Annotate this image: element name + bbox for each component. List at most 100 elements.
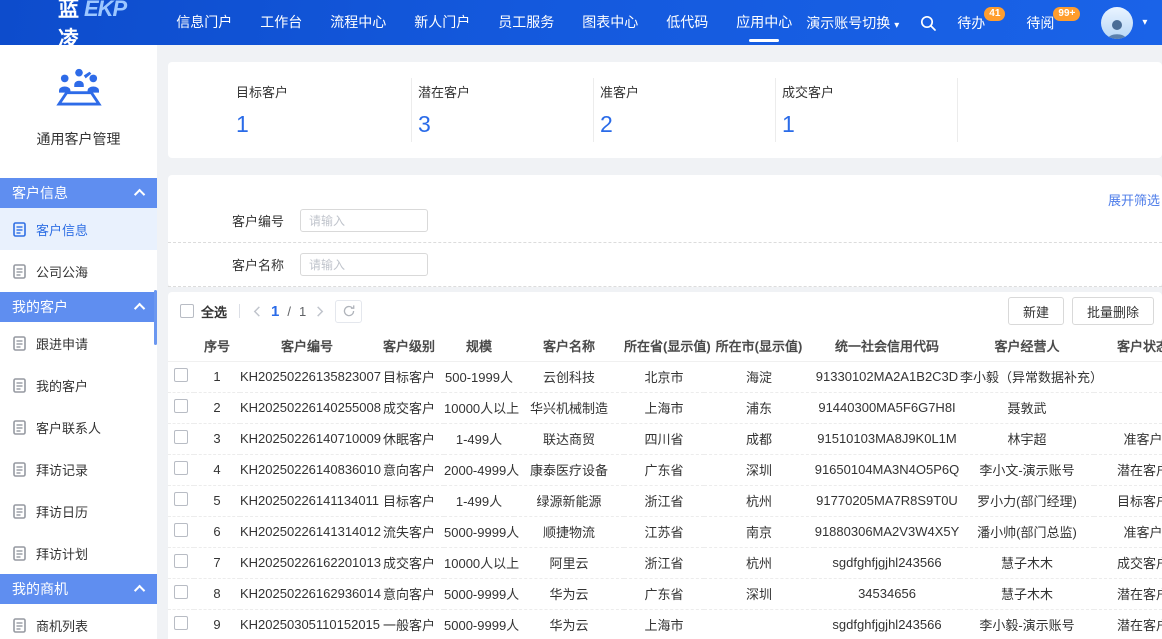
row-checkbox[interactable] [174, 399, 188, 413]
sidebar-group-my-opportunities[interactable]: 我的商机 [0, 574, 157, 604]
refresh-button[interactable] [335, 300, 362, 323]
filter-row-customer-code: 客户编号 [168, 199, 1162, 243]
cell-seq: 5 [194, 485, 240, 516]
cell-credit-code: sgdfghfjgjhl243566 [814, 609, 960, 639]
navbar-right: 演示账号切换▾ 待办41 待阅99+ ▾ [806, 7, 1147, 39]
cell-code: KH20250226141314012 [240, 516, 374, 547]
sidebar-item-label: 客户联系人 [36, 418, 101, 437]
cell-province: 上海市 [624, 609, 704, 639]
cell-credit-code: sgdfghfjgjhl243566 [814, 547, 960, 578]
row-checkbox[interactable] [174, 461, 188, 475]
cell-name: 华为云 [514, 609, 624, 639]
sidebar-item-label: 我的客户 [36, 376, 88, 395]
sidebar-item-visit-records[interactable]: 拜访记录 [0, 448, 157, 490]
cell-code: KH20250226135823007 [240, 361, 374, 392]
nav-item-low-code[interactable]: 低代码 [652, 0, 722, 45]
table-row[interactable]: 3KH20250226140710009休眠客户1-499人联达商贸四川省成都9… [168, 423, 1162, 454]
cell-code: KH20250226162936014 [240, 578, 374, 609]
sidebar-item-opportunity-list[interactable]: 商机列表 [0, 604, 157, 639]
top-navbar: 蓝凌 EKP 信息门户工作台流程中心新人门户员工服务图表中心低代码应用中心 演示… [0, 0, 1162, 45]
sidebar-item-visit-plan[interactable]: 拜访计划 [0, 532, 157, 574]
todo-label: 待办 [957, 13, 985, 33]
cell-credit-code: 91330102MA2A1B2C3D [814, 361, 960, 392]
cell-city: 浦东 [704, 392, 814, 423]
account-switcher[interactable]: 演示账号切换▾ [806, 13, 899, 33]
cell-credit-code: 91510103MA8J9K0L1M [814, 423, 960, 454]
sidebar-group-label: 我的客户 [12, 297, 68, 317]
nav-item-employee-services[interactable]: 员工服务 [484, 0, 568, 45]
sidebar-group-my-customers[interactable]: 我的客户 [0, 292, 157, 322]
checkbox-cell [168, 423, 194, 454]
customer-name-input[interactable] [300, 253, 428, 276]
table-row[interactable]: 6KH20250226141314012流失客户5000-9999人顺捷物流江苏… [168, 516, 1162, 547]
sidebar: 通用客户管理 客户信息客户信息公司公海我的客户跟进申请我的客户客户联系人拜访记录… [0, 45, 157, 639]
nav-item-chart-center[interactable]: 图表中心 [568, 0, 652, 45]
search-icon[interactable] [919, 14, 937, 32]
cell-owner: 聂敦武 [960, 392, 1094, 423]
cell-scale: 10000人以上 [444, 392, 514, 423]
user-menu[interactable]: ▾ [1101, 7, 1147, 39]
nav-item-workbench[interactable]: 工作台 [246, 0, 316, 45]
select-all-checkbox[interactable] [180, 304, 194, 318]
sidebar-item-customer-contacts[interactable]: 客户联系人 [0, 406, 157, 448]
sidebar-group-customer-info[interactable]: 客户信息 [0, 178, 157, 208]
cell-province: 浙江省 [624, 547, 704, 578]
cell-seq: 3 [194, 423, 240, 454]
row-checkbox[interactable] [174, 585, 188, 599]
filter-card: 展开筛选 客户编号客户名称 [168, 175, 1162, 287]
checkbox-cell [168, 609, 194, 639]
table-row[interactable]: 1KH20250226135823007目标客户500-1999人云创科技北京市… [168, 361, 1162, 392]
row-checkbox[interactable] [174, 616, 188, 630]
cell-code: KH20250305110152015 [240, 609, 374, 639]
cell-city: 杭州 [704, 547, 814, 578]
app-header: 通用客户管理 [0, 45, 157, 163]
sidebar-item-label: 跟进申请 [36, 334, 88, 353]
nav-item-newcomer-portal[interactable]: 新人门户 [400, 0, 484, 45]
main-content: 目标客户1潜在客户3准客户2成交客户1 展开筛选 客户编号客户名称 全选 1 /… [157, 45, 1162, 639]
cell-owner: 李小文-演示账号 [960, 454, 1094, 485]
table-row[interactable]: 7KH20250226162201013成交客户10000人以上阿里云浙江省杭州… [168, 547, 1162, 578]
main-nav: 信息门户工作台流程中心新人门户员工服务图表中心低代码应用中心 [162, 0, 806, 45]
nav-item-app-center[interactable]: 应用中心 [722, 0, 806, 45]
customer-code-input[interactable] [300, 209, 428, 232]
batch-delete-button[interactable]: 批量删除 [1072, 297, 1154, 325]
cell-scale: 5000-9999人 [444, 578, 514, 609]
brand-logo[interactable]: 蓝凌 EKP [58, 0, 126, 53]
cell-owner: 林宇超 [960, 423, 1094, 454]
table-row[interactable]: 9KH20250305110152015一般客户5000-9999人华为云上海市… [168, 609, 1162, 639]
row-checkbox[interactable] [174, 492, 188, 506]
sidebar-item-visit-calendar[interactable]: 拜访日历 [0, 490, 157, 532]
sidebar-item-company-pool[interactable]: 公司公海 [0, 250, 157, 292]
row-checkbox[interactable] [174, 554, 188, 568]
document-icon [13, 336, 26, 351]
new-button[interactable]: 新建 [1008, 297, 1064, 325]
todo-counter[interactable]: 待办41 [957, 13, 1006, 33]
row-checkbox[interactable] [174, 523, 188, 537]
sidebar-item-my-customers[interactable]: 我的客户 [0, 364, 157, 406]
document-icon [13, 462, 26, 477]
next-page-icon[interactable] [314, 306, 325, 317]
cell-status: 目标客户 [1094, 485, 1162, 516]
sidebar-scrollbar-thumb[interactable] [154, 290, 157, 345]
toread-counter[interactable]: 待阅99+ [1026, 13, 1081, 33]
sidebar-item-customer-info[interactable]: 客户信息 [0, 208, 157, 250]
checkbox-cell [168, 361, 194, 392]
cell-level: 一般客户 [374, 609, 444, 639]
cell-city: 海淀 [704, 361, 814, 392]
prev-page-icon[interactable] [252, 306, 263, 317]
row-checkbox[interactable] [174, 430, 188, 444]
cell-province: 北京市 [624, 361, 704, 392]
col-owner: 客户经营人 [960, 330, 1094, 361]
nav-item-info-portal[interactable]: 信息门户 [162, 0, 246, 45]
row-checkbox[interactable] [174, 368, 188, 382]
cell-code: KH20250226162201013 [240, 547, 374, 578]
table-row[interactable]: 8KH20250226162936014意向客户5000-9999人华为云广东省… [168, 578, 1162, 609]
table-row[interactable]: 2KH20250226140255008成交客户10000人以上华兴机械制造上海… [168, 392, 1162, 423]
sidebar-item-follow-up-request[interactable]: 跟进申请 [0, 322, 157, 364]
cell-seq: 1 [194, 361, 240, 392]
table-row[interactable]: 5KH20250226141134011目标客户1-499人绿源新能源浙江省杭州… [168, 485, 1162, 516]
expand-filter-link[interactable]: 展开筛选 [1108, 190, 1160, 209]
table-row[interactable]: 4KH20250226140836010意向客户2000-4999人康泰医疗设备… [168, 454, 1162, 485]
nav-item-process-center[interactable]: 流程中心 [316, 0, 400, 45]
cell-level: 意向客户 [374, 578, 444, 609]
